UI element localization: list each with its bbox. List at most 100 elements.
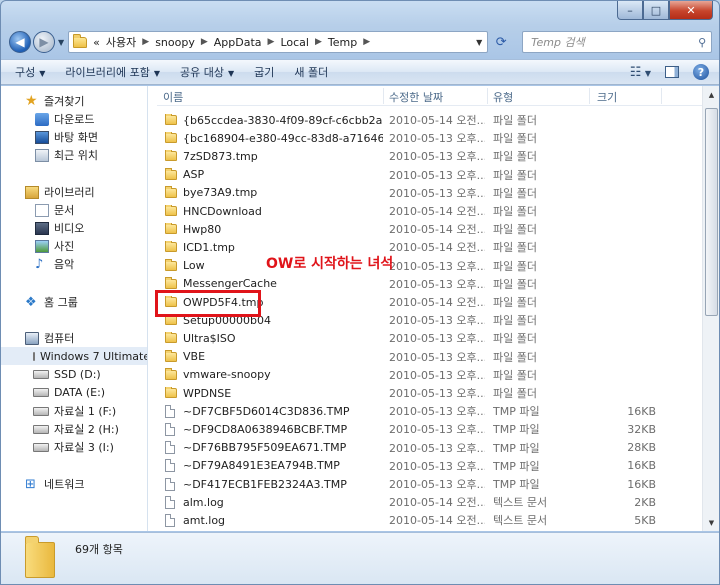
chevron-down-icon: ▼ [39,69,46,78]
address-bar[interactable]: « 사용자 ▶ snoopy ▶ AppData ▶ Local ▶ Temp … [68,31,489,53]
table-row[interactable]: {b65ccdea-3830-4f09-89cf-c6cbb2a63... 201… [157,111,702,129]
column-header-size[interactable]: 크기 [597,89,617,105]
explorer-window: – □ ✕ ◀ ▶ ▼ « 사용자 ▶ snoopy ▶ AppData ▶ L… [0,0,720,585]
content-area: ★ 즐겨찾기 다운로드 바탕 화면 최근 위치 라이브러리 문서 비디오 사진 ♪… [1,86,719,531]
sidebar-item-drive-e[interactable]: DATA (E:) [33,383,105,401]
column-header-type[interactable]: 유형 [493,89,513,105]
sidebar-item-label: Windows 7 Ultimate [40,349,148,363]
scroll-down-icon[interactable]: ▼ [703,514,719,531]
sidebar-item-libraries[interactable]: 라이브러리 [25,183,95,201]
sidebar-item-recent-places[interactable]: 최근 위치 [35,146,98,164]
refresh-button[interactable]: ⟳ [490,31,512,53]
sidebar-item-drive-i[interactable]: 자료실 3 (I:) [33,438,114,456]
search-input[interactable]: Temp 검색 ⚲ [522,31,713,53]
file-date: 2010-05-13 오후... [389,132,485,146]
table-row[interactable]: ICD1.tmp 2010-05-14 오전... 파일 폴더 [157,238,702,256]
help-icon[interactable]: ? [693,64,709,80]
sidebar-item-drive-d[interactable]: SSD (D:) [33,365,101,383]
preview-pane-icon[interactable] [665,66,679,78]
sidebar-item-computer[interactable]: 컴퓨터 [25,329,74,347]
breadcrumb-appdata[interactable]: AppData [214,36,262,49]
sidebar-item-documents[interactable]: 문서 [35,201,74,219]
folder-icon [165,149,177,162]
table-row[interactable]: ~DF76BB795F509EA671.TMP 2010-05-13 오후... T… [157,439,702,457]
chevron-right-icon[interactable]: ▶ [363,37,370,47]
sidebar-item-music[interactable]: ♪ 음악 [35,255,74,273]
chevron-right-icon[interactable]: ▶ [268,37,275,47]
include-in-library-menu[interactable]: 라이브러리에 포함 ▼ [65,64,160,80]
breadcrumb-temp[interactable]: Temp [328,36,357,49]
sidebar-item-pictures[interactable]: 사진 [35,237,74,255]
table-row[interactable]: {bc168904-e380-49cc-83d8-a7164678... 2010… [157,129,702,147]
folder-icon [165,331,177,344]
scrollbar-thumb[interactable] [705,108,718,316]
file-name: vmware-snoopy [183,368,271,382]
sidebar-item-label: 비디오 [54,222,85,235]
change-view-button[interactable]: ☷ ▼ [630,65,651,80]
sidebar-item-downloads[interactable]: 다운로드 [35,110,94,128]
table-row[interactable]: ASP 2010-05-13 오후... 파일 폴더 [157,166,702,184]
chevron-right-icon[interactable]: ▶ [315,37,322,47]
organize-menu[interactable]: 구성 ▼ [15,64,45,80]
vertical-scrollbar[interactable]: ▲ ▼ [702,86,719,531]
share-with-menu[interactable]: 공유 대상 ▼ [180,64,234,80]
navigation-bar: ◀ ▶ ▼ « 사용자 ▶ snoopy ▶ AppData ▶ Local ▶… [5,27,717,57]
table-row[interactable]: ~DF417ECB1FEB2324A3.TMP 2010-05-13 오후... T… [157,475,702,493]
table-row[interactable]: WPDNSE 2010-05-13 오후... 파일 폴더 [157,384,702,402]
sidebar-item-label: 자료실 1 (F:) [54,405,117,418]
maximize-button[interactable]: □ [643,1,669,20]
table-row[interactable]: Ultra$ISO 2010-05-13 오후... 파일 폴더 [157,329,702,347]
sidebar-item-favorites[interactable]: ★ 즐겨찾기 [25,92,84,110]
file-name-cell: {bc168904-e380-49cc-83d8-a7164678... [165,131,383,145]
table-row[interactable]: vmware-snoopy 2010-05-13 오후... 파일 폴더 [157,366,702,384]
organize-label: 구성 [15,66,36,79]
column-header-name[interactable]: 이름 [163,89,183,105]
table-row[interactable]: HNCDownload 2010-05-14 오전... 파일 폴더 [157,202,702,220]
table-row[interactable]: bye73A9.tmp 2010-05-13 오후... 파일 폴더 [157,184,702,202]
chevron-right-icon[interactable]: ▶ [201,37,208,47]
table-row[interactable]: amt.log 2010-05-14 오전... 텍스트 문서 5KB [157,511,702,529]
table-row[interactable]: Hwp80 2010-05-14 오전... 파일 폴더 [157,220,702,238]
table-row[interactable]: ~DF7CBF5D6014C3D836.TMP 2010-05-13 오후... T… [157,402,702,420]
burn-button[interactable]: 굽기 [254,64,274,80]
forward-button[interactable]: ▶ [33,31,55,53]
minimize-button[interactable]: – [617,1,643,20]
address-dropdown-icon[interactable]: ▼ [471,38,487,47]
column-divider[interactable] [661,88,662,104]
sidebar-item-label: 홈 그룹 [44,296,78,309]
breadcrumb-users[interactable]: 사용자 [106,34,136,50]
column-divider[interactable] [383,88,384,104]
sidebar-item-drive-f[interactable]: 자료실 1 (F:) [33,402,116,420]
table-row[interactable]: VBE 2010-05-13 오후... 파일 폴더 [157,348,702,366]
column-header-date[interactable]: 수정한 날짜 [389,89,443,105]
breadcrumb-overflow[interactable]: « [93,36,100,49]
breadcrumb-snoopy[interactable]: snoopy [155,36,195,49]
file-name-cell: HNCDownload [165,204,383,218]
column-divider[interactable] [589,88,590,104]
recent-pages-dropdown[interactable]: ▼ [58,38,64,47]
sidebar-item-homegroup[interactable]: ❖ 홈 그룹 [25,293,78,311]
folder-icon [165,186,177,198]
table-row[interactable]: alm.log 2010-05-14 오전... 텍스트 문서 2KB [157,493,702,511]
file-date: 2010-05-14 오전... [389,114,485,127]
sidebar-item-windows7[interactable]: Windows 7 Ultimate [1,347,147,365]
sidebar-item-drive-h[interactable]: 자료실 2 (H:) [33,420,119,438]
table-row[interactable]: ~DF9CD8A0638946BCBF.TMP 2010-05-13 오후... T… [157,420,702,438]
chevron-right-icon[interactable]: ▶ [142,37,149,47]
sidebar-item-videos[interactable]: 비디오 [35,219,84,237]
table-row[interactable]: ~DF79A8491E3EA794B.TMP 2010-05-13 오후... TM… [157,457,702,475]
sidebar-item-desktop[interactable]: 바탕 화면 [35,128,98,146]
table-row[interactable]: 7zSD873.tmp 2010-05-13 오후... 파일 폴더 [157,147,702,165]
file-date: 2010-05-13 오후... [389,423,485,437]
sidebar-item-network[interactable]: ⊞ 네트워크 [25,475,84,493]
new-folder-button[interactable]: 새 폴더 [294,64,328,80]
close-button[interactable]: ✕ [669,1,713,20]
column-divider[interactable] [487,88,488,104]
sidebar-item-label: 바탕 화면 [54,131,98,144]
back-button[interactable]: ◀ [9,31,31,53]
star-icon: ★ [25,92,38,109]
breadcrumb-local[interactable]: Local [280,36,309,49]
details-pane: 69개 항목 [1,532,719,584]
scroll-up-icon[interactable]: ▲ [703,86,719,103]
table-row[interactable]: Low 2010-05-13 오후... 파일 폴더 [157,257,702,275]
